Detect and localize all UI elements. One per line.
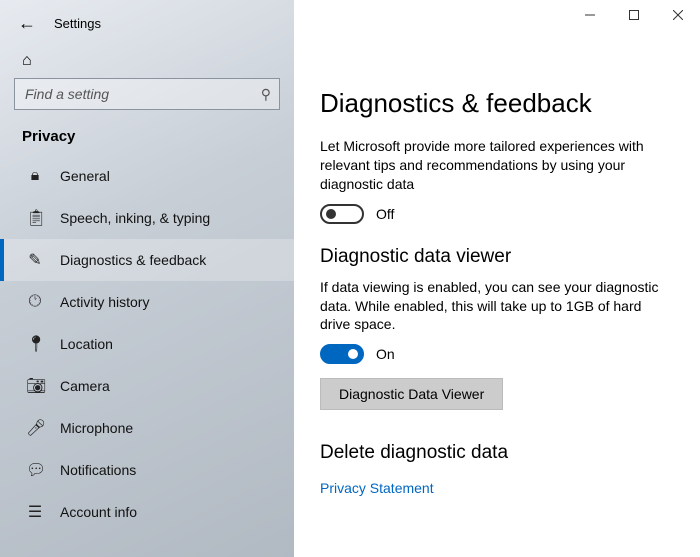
back-button[interactable]: ←	[18, 14, 36, 32]
feedback-icon: ✎	[26, 250, 44, 270]
app-title: Settings	[54, 16, 101, 31]
sidebar-item-label: Location	[60, 336, 113, 352]
sidebar-item-notifications[interactable]: 💬︎ Notifications	[0, 449, 294, 491]
sidebar-item-label: Camera	[60, 378, 110, 394]
camera-icon: 📷︎	[26, 376, 44, 396]
category-title: Privacy	[0, 124, 294, 155]
viewer-desc: If data viewing is enabled, you can see …	[320, 278, 674, 335]
sidebar-item-diagnostics[interactable]: ✎ Diagnostics & feedback	[0, 239, 294, 281]
history-icon: 🕐︎	[26, 293, 44, 311]
viewer-toggle-label: On	[376, 346, 395, 362]
sidebar-item-label: Notifications	[60, 462, 136, 478]
sidebar-item-account[interactable]: ☰ Account info	[0, 491, 294, 533]
sidebar-item-speech[interactable]: 📋︎ Speech, inking, & typing	[0, 197, 294, 239]
minimize-button[interactable]	[568, 0, 612, 30]
maximize-button[interactable]	[612, 0, 656, 30]
tailored-desc: Let Microsoft provide more tailored expe…	[320, 137, 674, 194]
sidebar-item-camera[interactable]: 📷︎ Camera	[0, 365, 294, 407]
sidebar-item-label: Activity history	[60, 294, 149, 310]
viewer-heading: Diagnostic data viewer	[320, 246, 674, 268]
settings-window: ← Settings ⌂ ⚲ Privacy 🔒︎ General 📋︎ Spe…	[0, 0, 700, 557]
tailored-toggle[interactable]	[320, 204, 364, 224]
sidebar-item-label: Account info	[60, 504, 137, 520]
sidebar: ← Settings ⌂ ⚲ Privacy 🔒︎ General 📋︎ Spe…	[0, 0, 294, 557]
location-icon: 📍︎	[26, 334, 44, 354]
lock-icon: 🔒︎	[26, 167, 44, 185]
sidebar-item-general[interactable]: 🔒︎ General	[0, 155, 294, 197]
account-icon: ☰	[26, 502, 44, 522]
sidebar-item-activity[interactable]: 🕐︎ Activity history	[0, 281, 294, 323]
sidebar-item-microphone[interactable]: 🎤︎ Microphone	[0, 407, 294, 449]
search-input-wrap[interactable]: ⚲	[14, 78, 280, 110]
titlebar-controls	[568, 0, 700, 30]
close-button[interactable]	[656, 0, 700, 30]
page-title: Diagnostics & feedback	[320, 88, 674, 119]
sidebar-item-label: Diagnostics & feedback	[60, 252, 206, 268]
clipboard-icon: 📋︎	[26, 208, 44, 228]
sidebar-item-location[interactable]: 📍︎ Location	[0, 323, 294, 365]
sidebar-item-label: Speech, inking, & typing	[60, 210, 210, 226]
delete-heading: Delete diagnostic data	[320, 442, 674, 464]
search-input[interactable]	[25, 86, 261, 102]
notification-icon: 💬︎	[26, 460, 44, 480]
main-content: Diagnostics & feedback Let Microsoft pro…	[294, 0, 700, 557]
diagnostic-data-viewer-button[interactable]: Diagnostic Data Viewer	[320, 378, 503, 410]
nav-list: 🔒︎ General 📋︎ Speech, inking, & typing ✎…	[0, 155, 294, 533]
tailored-toggle-label: Off	[376, 206, 394, 222]
sidebar-item-label: General	[60, 168, 110, 184]
viewer-toggle[interactable]	[320, 344, 364, 364]
sidebar-item-label: Microphone	[60, 420, 133, 436]
privacy-statement-link[interactable]: Privacy Statement	[320, 480, 434, 496]
home-icon[interactable]: ⌂	[22, 52, 32, 69]
search-icon: ⚲	[261, 86, 271, 103]
microphone-icon: 🎤︎	[26, 418, 44, 438]
